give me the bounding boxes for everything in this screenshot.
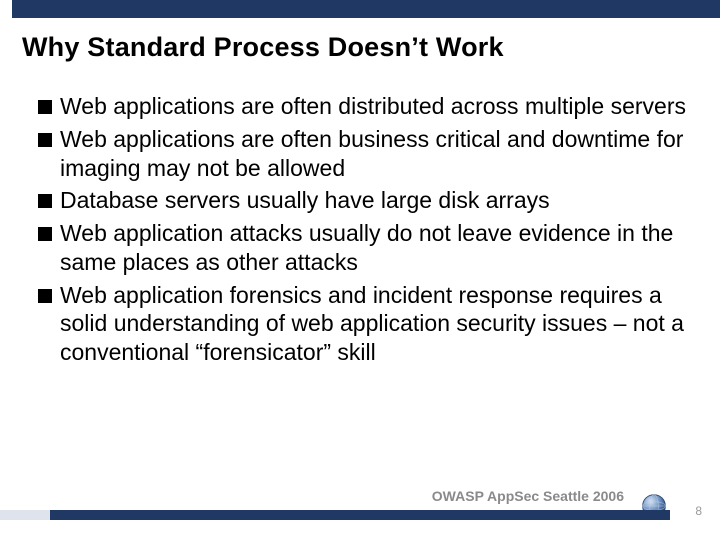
bullet-text: Web applications are often distributed a… bbox=[60, 92, 686, 121]
top-accent-bar bbox=[12, 0, 720, 18]
bullet-text: Database servers usually have large disk… bbox=[60, 186, 550, 215]
square-bullet-icon bbox=[38, 194, 52, 208]
bottom-accent-bar bbox=[0, 510, 670, 520]
list-item: Web applications are often distributed a… bbox=[38, 92, 688, 121]
bullet-text: Web application forensics and incident r… bbox=[60, 281, 688, 367]
page-number: 8 bbox=[695, 504, 702, 518]
list-item: Database servers usually have large disk… bbox=[38, 186, 688, 215]
bullet-list: Web applications are often distributed a… bbox=[38, 92, 688, 371]
square-bullet-icon bbox=[38, 133, 52, 147]
bullet-text: Web application attacks usually do not l… bbox=[60, 219, 688, 277]
list-item: Web application forensics and incident r… bbox=[38, 281, 688, 367]
square-bullet-icon bbox=[38, 227, 52, 241]
slide: Why Standard Process Doesn’t Work Web ap… bbox=[0, 0, 720, 540]
square-bullet-icon bbox=[38, 100, 52, 114]
bullet-text: Web applications are often business crit… bbox=[60, 125, 688, 183]
list-item: Web applications are often business crit… bbox=[38, 125, 688, 183]
slide-title: Why Standard Process Doesn’t Work bbox=[22, 32, 698, 63]
list-item: Web application attacks usually do not l… bbox=[38, 219, 688, 277]
footer-label: OWASP AppSec Seattle 2006 bbox=[432, 488, 624, 504]
square-bullet-icon bbox=[38, 289, 52, 303]
